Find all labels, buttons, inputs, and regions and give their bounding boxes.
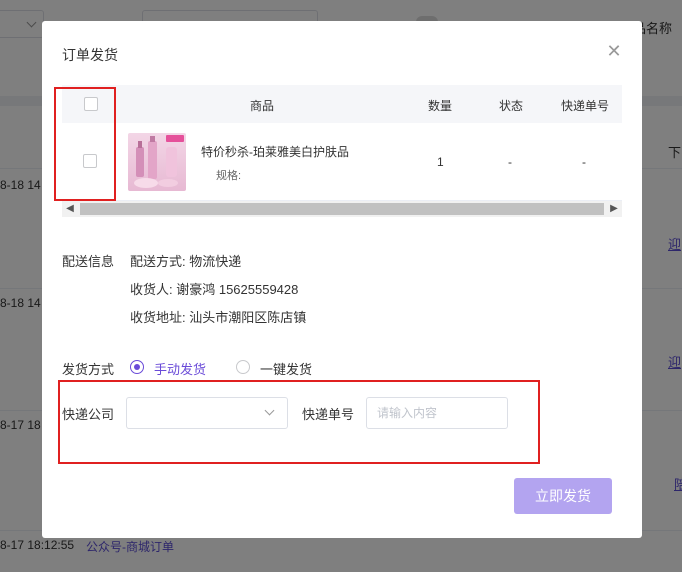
- express-company-label: 快递公司: [62, 407, 115, 422]
- product-table: 商品 数量 状态 快递单号 特价秒杀-珀莱雅美白护肤品 规格: 1 - - ◀ …: [62, 85, 622, 217]
- tracking-no-input[interactable]: [366, 397, 508, 429]
- column-header-quantity: 数量: [428, 99, 453, 113]
- table-row: 特价秒杀-珀莱雅美白护肤品 规格: 1 - -: [62, 123, 622, 201]
- radio-one-click-ship-label[interactable]: 一键发货: [260, 359, 312, 378]
- horizontal-scrollbar[interactable]: ◀ ▶: [62, 201, 622, 217]
- tracking-no-cell: -: [582, 155, 586, 169]
- scrollbar-thumb[interactable]: [80, 203, 604, 215]
- tracking-no-label: 快递单号: [302, 407, 355, 422]
- close-icon[interactable]: ✕: [604, 41, 624, 61]
- express-company-select[interactable]: [126, 397, 288, 429]
- ship-now-button[interactable]: 立即发货: [514, 478, 612, 514]
- row-checkbox[interactable]: [83, 154, 97, 168]
- product-name: 特价秒杀-珀莱雅美白护肤品: [201, 145, 349, 159]
- ship-method-label: 发货方式: [62, 362, 115, 377]
- delivery-method: 配送方式: 物流快递: [130, 254, 242, 269]
- scroll-left-icon[interactable]: ◀: [62, 201, 78, 217]
- product-thumbnail: [128, 133, 186, 191]
- table-header: 商品 数量 状态 快递单号: [62, 85, 622, 123]
- column-header-status: 状态: [499, 99, 524, 113]
- select-all-checkbox[interactable]: [84, 97, 98, 111]
- status-cell: -: [508, 155, 512, 169]
- column-header-tracking-no: 快递单号: [561, 99, 610, 113]
- scroll-right-icon[interactable]: ▶: [606, 201, 622, 217]
- receiver-info: 收货人: 谢豪鸿 15625559428: [130, 282, 299, 297]
- receiver-address: 收货地址: 汕头市潮阳区陈店镇: [130, 310, 307, 325]
- radio-one-click-ship[interactable]: [236, 360, 250, 374]
- radio-manual-ship-label[interactable]: 手动发货: [154, 359, 206, 378]
- chevron-down-icon: [264, 405, 275, 416]
- quantity-cell: 1: [437, 155, 444, 169]
- delivery-info-label: 配送信息: [62, 254, 115, 269]
- radio-manual-ship[interactable]: [130, 360, 144, 374]
- product-spec: 规格:: [216, 170, 242, 182]
- ship-order-dialog: 订单发货 ✕ 商品 数量 状态 快递单号 特价秒杀-珀莱雅美白护肤品 规格: 1…: [42, 21, 642, 538]
- column-header-product: 商品: [250, 99, 275, 113]
- dialog-title: 订单发货: [62, 47, 118, 63]
